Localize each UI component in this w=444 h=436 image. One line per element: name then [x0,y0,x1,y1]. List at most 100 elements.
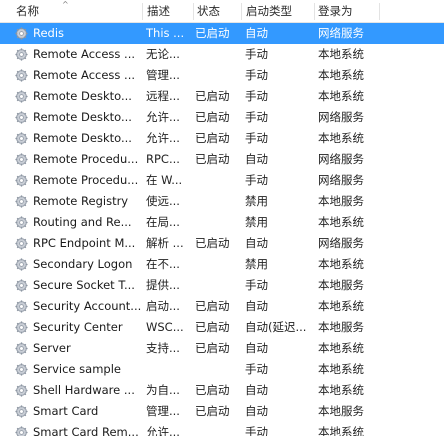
service-row[interactable]: Remote Procedu... 在 W... 手动 网络服务 [0,170,444,191]
service-status [195,359,241,380]
service-gear-icon [14,359,32,380]
service-gear-icon [14,212,32,233]
service-row[interactable]: Routing and Re... 在局... 禁用 本地系统 [0,212,444,233]
service-gear-icon [14,317,32,338]
service-startup-type: 自动 [245,26,268,40]
service-status [195,65,241,86]
service-status: 已启动 [195,404,230,418]
service-gear-icon [14,422,32,436]
services-list: Redis This ... 已启动 自动 网络服务 Remote Access ... 无… [0,23,444,436]
service-name: Secure Socket T... [33,278,135,292]
service-description: 允许... [146,131,180,145]
service-description: 管理... [146,404,180,418]
service-row[interactable]: Remote Access ... 管理... 手动 本地系统 [0,65,444,86]
service-status [195,254,241,275]
service-name: Security Center [33,320,123,334]
service-description: 为自... [146,383,180,397]
service-name: Remote Access ... [33,68,136,82]
service-row[interactable]: RPC Endpoint M... 解析 ... 已启动 自动 网络服务 [0,233,444,254]
service-row[interactable]: Secure Socket T... 提供... 手动 本地服务 [0,275,444,296]
service-status: 已启动 [195,131,230,145]
service-row[interactable]: Remote Deskto... 远程... 已启动 手动 本地系统 [0,86,444,107]
service-gear-icon [14,380,32,401]
service-row[interactable]: Shell Hardware ... 为自... 已启动 自动 本地系统 [0,380,444,401]
service-startup-type: 禁用 [245,215,268,229]
service-startup-type: 自动 [245,383,268,397]
service-name: Secondary Logon [33,257,133,271]
service-gear-icon [14,107,32,128]
service-row[interactable]: Server 支持... 已启动 自动 本地系统 [0,338,444,359]
service-row[interactable]: Smart Card 管理... 已启动 自动 本地服务 [0,401,444,422]
service-logon-as: 本地服务 [318,194,364,208]
service-startup-type: 手动 [245,425,268,436]
service-status [195,170,241,191]
service-row[interactable]: Remote Procedu... RPC... 已启动 自动 网络服务 [0,149,444,170]
service-row[interactable]: Remote Registry 使远... 禁用 本地服务 [0,191,444,212]
column-divider[interactable] [379,3,380,20]
service-status [195,191,241,212]
service-gear-icon [14,296,32,317]
service-name: Smart Card Rem... [33,425,139,436]
service-logon-as: 本地系统 [318,257,364,271]
service-status [195,44,241,65]
service-logon-as: 本地系统 [318,47,364,61]
service-logon-as: 网络服务 [318,236,364,250]
service-status: 已启动 [195,26,230,40]
column-header-bar: 名称 ^ 描述 状态 启动类型 登录为 [0,0,444,23]
service-row[interactable]: Remote Deskto... 允许... 已启动 手动 网络服务 [0,107,444,128]
service-status [195,422,241,436]
service-status: 已启动 [195,89,230,103]
service-logon-as: 本地系统 [318,131,364,145]
service-description: 远程... [146,89,180,103]
service-logon-as: 本地系统 [318,215,364,229]
service-logon-as: 网络服务 [318,173,364,187]
service-logon-as: 网络服务 [318,110,364,124]
service-name: Remote Procedu... [33,173,139,187]
service-description: WSC... [146,320,184,334]
service-row[interactable]: Service sample 手动 本地系统 [0,359,444,380]
service-gear-icon [14,170,32,191]
service-description: 在局... [146,215,180,229]
service-gear-icon [14,44,32,65]
service-row[interactable]: Security Center WSC... 已启动 自动(延迟... 本地服务 [0,317,444,338]
service-description: 无论... [146,47,180,61]
service-gear-icon [14,401,32,422]
service-status: 已启动 [195,299,230,313]
service-logon-as: 网络服务 [318,152,364,166]
service-logon-as: 本地系统 [318,362,364,376]
service-gear-icon [14,86,32,107]
service-startup-type: 禁用 [245,194,268,208]
service-name: Redis [33,26,65,40]
service-row[interactable]: Remote Deskto... 允许... 已启动 手动 本地系统 [0,128,444,149]
service-row[interactable]: Secondary Logon 在不... 禁用 本地系统 [0,254,444,275]
service-description: 允许... [146,110,180,124]
service-status [195,212,241,233]
service-name: Routing and Re... [33,215,132,229]
service-row[interactable]: Security Account... 启动... 已启动 自动 本地系统 [0,296,444,317]
service-gear-icon [14,65,32,86]
service-row[interactable]: Remote Access ... 无论... 手动 本地系统 [0,44,444,65]
service-logon-as: 本地服务 [318,404,364,418]
column-header-logon-as[interactable]: 登录为 [314,0,380,22]
service-status: 已启动 [195,383,230,397]
column-header-status[interactable]: 状态 [193,0,243,22]
service-row[interactable]: Redis This ... 已启动 自动 网络服务 [0,23,444,44]
service-description [146,359,194,380]
service-status: 已启动 [195,320,230,334]
service-name: RPC Endpoint M... [33,236,136,250]
column-header-name[interactable]: 名称 [12,0,142,22]
service-description: RPC... [146,152,180,166]
service-description: 允许... [146,425,180,436]
service-startup-type: 手动 [245,278,268,292]
service-logon-as: 本地服务 [318,278,364,292]
column-header-startup-type[interactable]: 启动类型 [242,0,314,22]
service-startup-type: 自动 [245,404,268,418]
column-header-description[interactable]: 描述 [143,0,193,22]
service-name: Server [33,341,71,355]
service-row[interactable]: Smart Card Rem... 允许... 手动 本地系统 [0,422,444,436]
service-startup-type: 手动 [245,47,268,61]
service-logon-as: 本地系统 [318,68,364,82]
service-logon-as: 本地系统 [318,341,364,355]
service-startup-type: 手动 [245,131,268,145]
service-gear-icon [14,149,32,170]
